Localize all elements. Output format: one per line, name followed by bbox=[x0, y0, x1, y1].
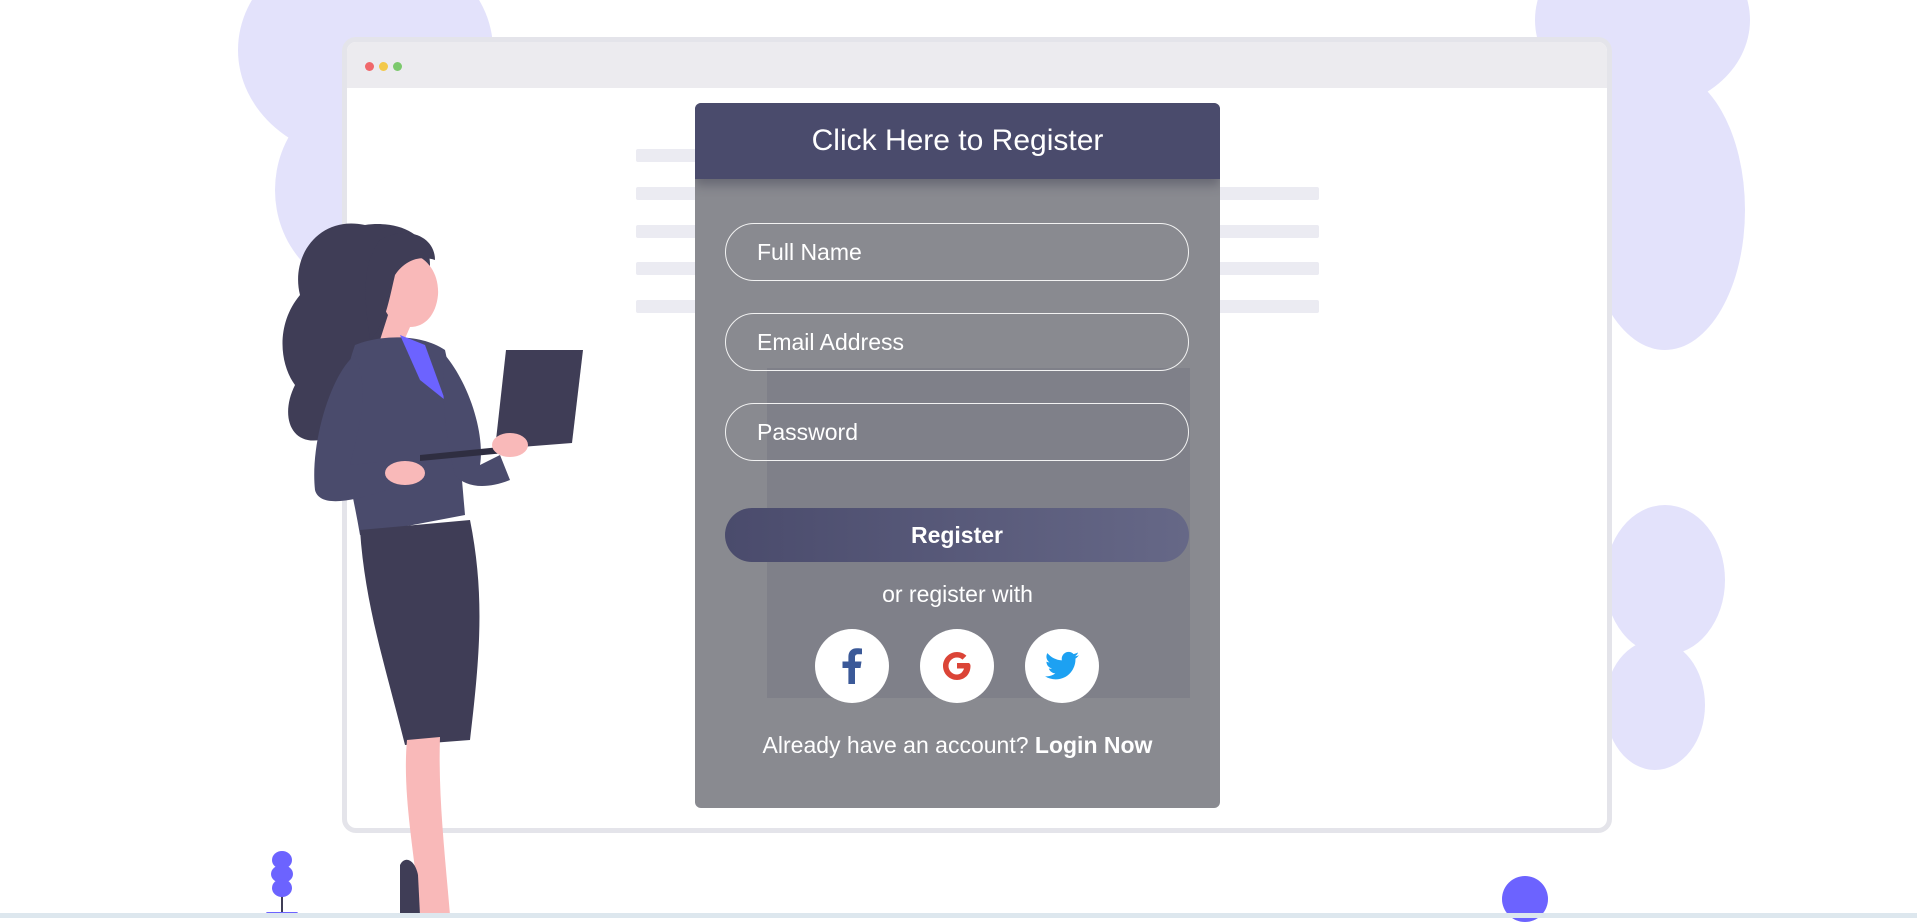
decor-blob-bottom-right-2 bbox=[1605, 640, 1705, 770]
register-panel: Click Here to Register Full Name Email A… bbox=[695, 103, 1220, 808]
window-titlebar bbox=[347, 42, 1607, 88]
login-prompt: Already have an account? Login Now bbox=[695, 732, 1220, 759]
facebook-button[interactable] bbox=[815, 629, 889, 703]
facebook-icon bbox=[842, 648, 862, 684]
login-prompt-text: Already have an account? bbox=[762, 732, 1029, 758]
full-name-placeholder: Full Name bbox=[757, 238, 862, 265]
login-now-link[interactable]: Login Now bbox=[1035, 732, 1153, 758]
decor-blob-bottom-right bbox=[1605, 505, 1725, 655]
full-name-field[interactable]: Full Name bbox=[725, 223, 1189, 281]
register-button-label: Register bbox=[910, 521, 1004, 548]
google-button[interactable] bbox=[920, 629, 994, 703]
google-icon bbox=[943, 652, 971, 680]
email-field[interactable]: Email Address bbox=[725, 313, 1189, 371]
close-dot-icon bbox=[365, 62, 374, 71]
register-title: Click Here to Register bbox=[811, 124, 1104, 157]
plant-illustration bbox=[266, 851, 298, 915]
minimize-dot-icon bbox=[379, 62, 388, 71]
maximize-dot-icon bbox=[393, 62, 402, 71]
register-button[interactable]: Register bbox=[725, 508, 1189, 562]
email-placeholder: Email Address bbox=[757, 328, 905, 355]
password-field[interactable]: Password bbox=[725, 403, 1189, 461]
or-register-with-text: or register with bbox=[882, 581, 1033, 607]
password-placeholder: Password bbox=[757, 418, 858, 445]
floor-line bbox=[0, 913, 1917, 918]
woman-with-laptop-illustration bbox=[282, 223, 583, 915]
twitter-button[interactable] bbox=[1025, 629, 1099, 703]
register-header[interactable]: Click Here to Register bbox=[695, 103, 1220, 179]
twitter-icon bbox=[1045, 651, 1079, 680]
